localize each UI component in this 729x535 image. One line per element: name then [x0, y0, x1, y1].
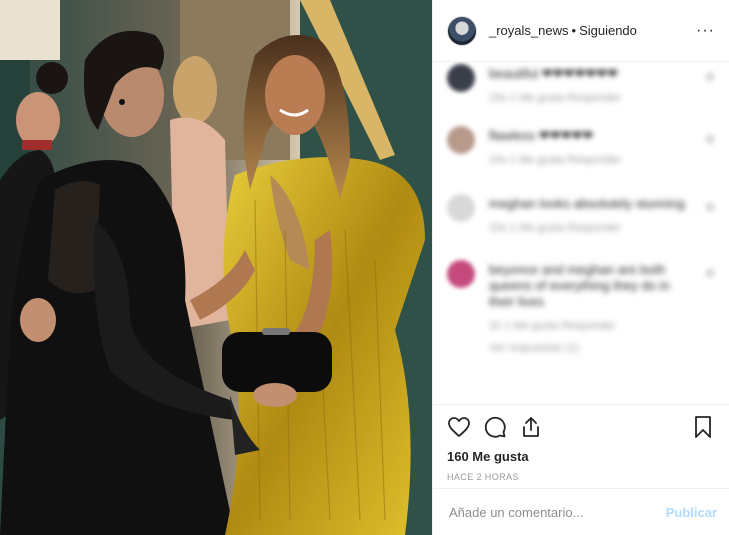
comment-like-icon[interactable]: [705, 72, 715, 82]
action-icons: [447, 413, 715, 441]
post-header: _royals_news • Siguiendo ···: [433, 0, 729, 62]
post-side-panel: _royals_news • Siguiendo ··· beautiful ❤❤❤…: [432, 0, 729, 535]
comment-meta: 15s 1 Me gusta Responder: [489, 222, 622, 234]
follow-status[interactable]: Siguiendo: [579, 23, 637, 38]
bookmark-icon[interactable]: [691, 415, 715, 439]
post-actions: 160 Me gusta HACE 2 HORAS: [433, 404, 729, 488]
comment-icon[interactable]: [483, 415, 507, 439]
comment-avatar[interactable]: [447, 126, 475, 154]
publish-button[interactable]: Publicar: [666, 505, 717, 520]
view-replies-link[interactable]: Ver respuestas (1): [489, 342, 689, 354]
comment-avatar[interactable]: [447, 194, 475, 222]
add-comment-bar: Publicar: [433, 488, 729, 535]
more-options-icon[interactable]: ···: [696, 22, 715, 40]
comment-text: beautiful ❤❤❤❤❤❤❤: [489, 66, 619, 81]
comment-like-icon[interactable]: [705, 268, 715, 278]
post-timestamp: HACE 2 HORAS: [447, 472, 519, 482]
comment-body: flawless ❤❤❤❤❤ 15s 1 Me gusta Responder: [489, 128, 689, 166]
comments-list: beautiful ❤❤❤❤❤❤❤ 25s 1 Me gusta Respond…: [433, 62, 729, 404]
comment-input[interactable]: [447, 503, 666, 521]
comment-avatar[interactable]: [447, 260, 475, 288]
comment-avatar[interactable]: [447, 64, 475, 92]
post-photo[interactable]: [0, 0, 432, 535]
heart-icon[interactable]: [447, 415, 471, 439]
comment-text: meghan looks absolutely stunning: [489, 196, 685, 211]
comment-text: beyonce and meghan are both queens of ev…: [489, 262, 670, 309]
header-text: _royals_news • Siguiendo: [489, 23, 637, 38]
comment-like-icon[interactable]: [705, 202, 715, 212]
likes-count[interactable]: 160 Me gusta: [447, 449, 715, 464]
comment-like-icon[interactable]: [705, 134, 715, 144]
post-photo-illustration: [0, 0, 432, 535]
instagram-post: _royals_news • Siguiendo ··· beautiful ❤❤❤…: [0, 0, 729, 535]
comment-body: meghan looks absolutely stunning 15s 1 M…: [489, 196, 689, 234]
account-username[interactable]: _royals_news: [489, 23, 569, 38]
header-separator: •: [571, 23, 577, 38]
share-icon[interactable]: [519, 415, 543, 439]
comment-meta: 15s 1 Me gusta Responder: [489, 154, 622, 166]
comment-meta: 1h 1 Me gusta Responder: [489, 320, 616, 332]
account-avatar[interactable]: [447, 15, 477, 46]
comment-meta: 25s 1 Me gusta Responder: [489, 92, 622, 104]
comment-body: beautiful ❤❤❤❤❤❤❤ 25s 1 Me gusta Respond…: [489, 66, 689, 104]
comment-body: beyonce and meghan are both queens of ev…: [489, 262, 689, 354]
comment-text: flawless ❤❤❤❤❤: [489, 128, 594, 143]
